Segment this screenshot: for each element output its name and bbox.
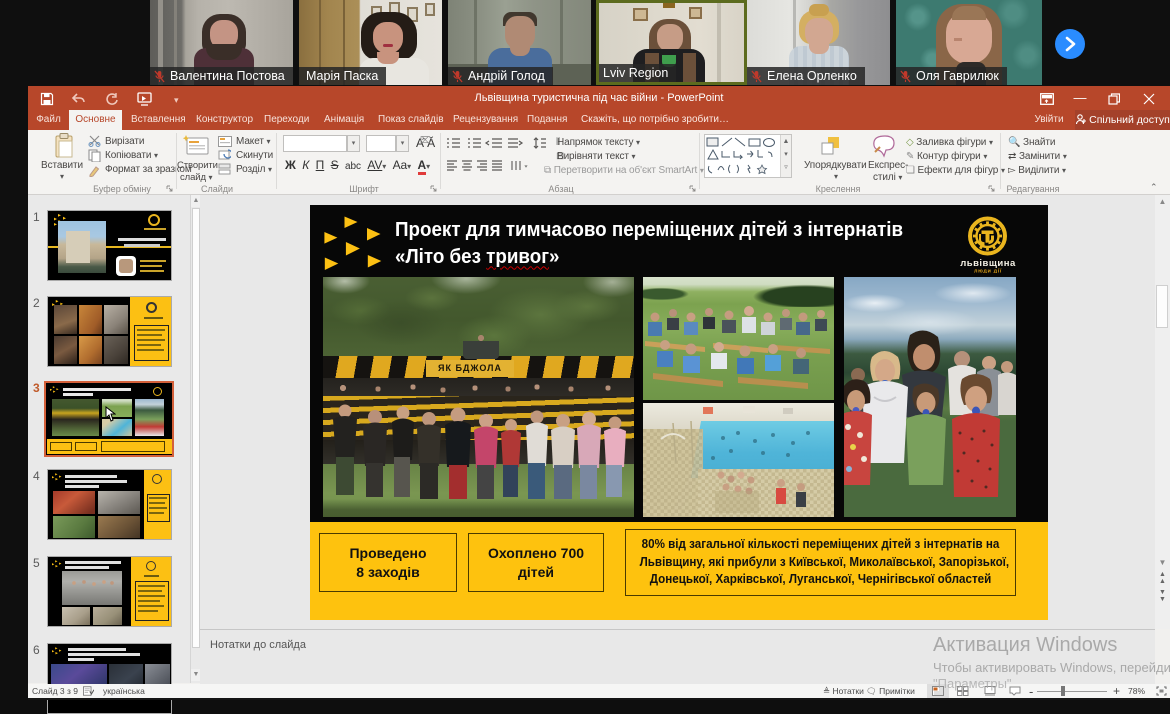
svg-text:львівщина: львівщина — [960, 258, 1016, 269]
svg-text:люди дії: люди дії — [974, 269, 1002, 274]
